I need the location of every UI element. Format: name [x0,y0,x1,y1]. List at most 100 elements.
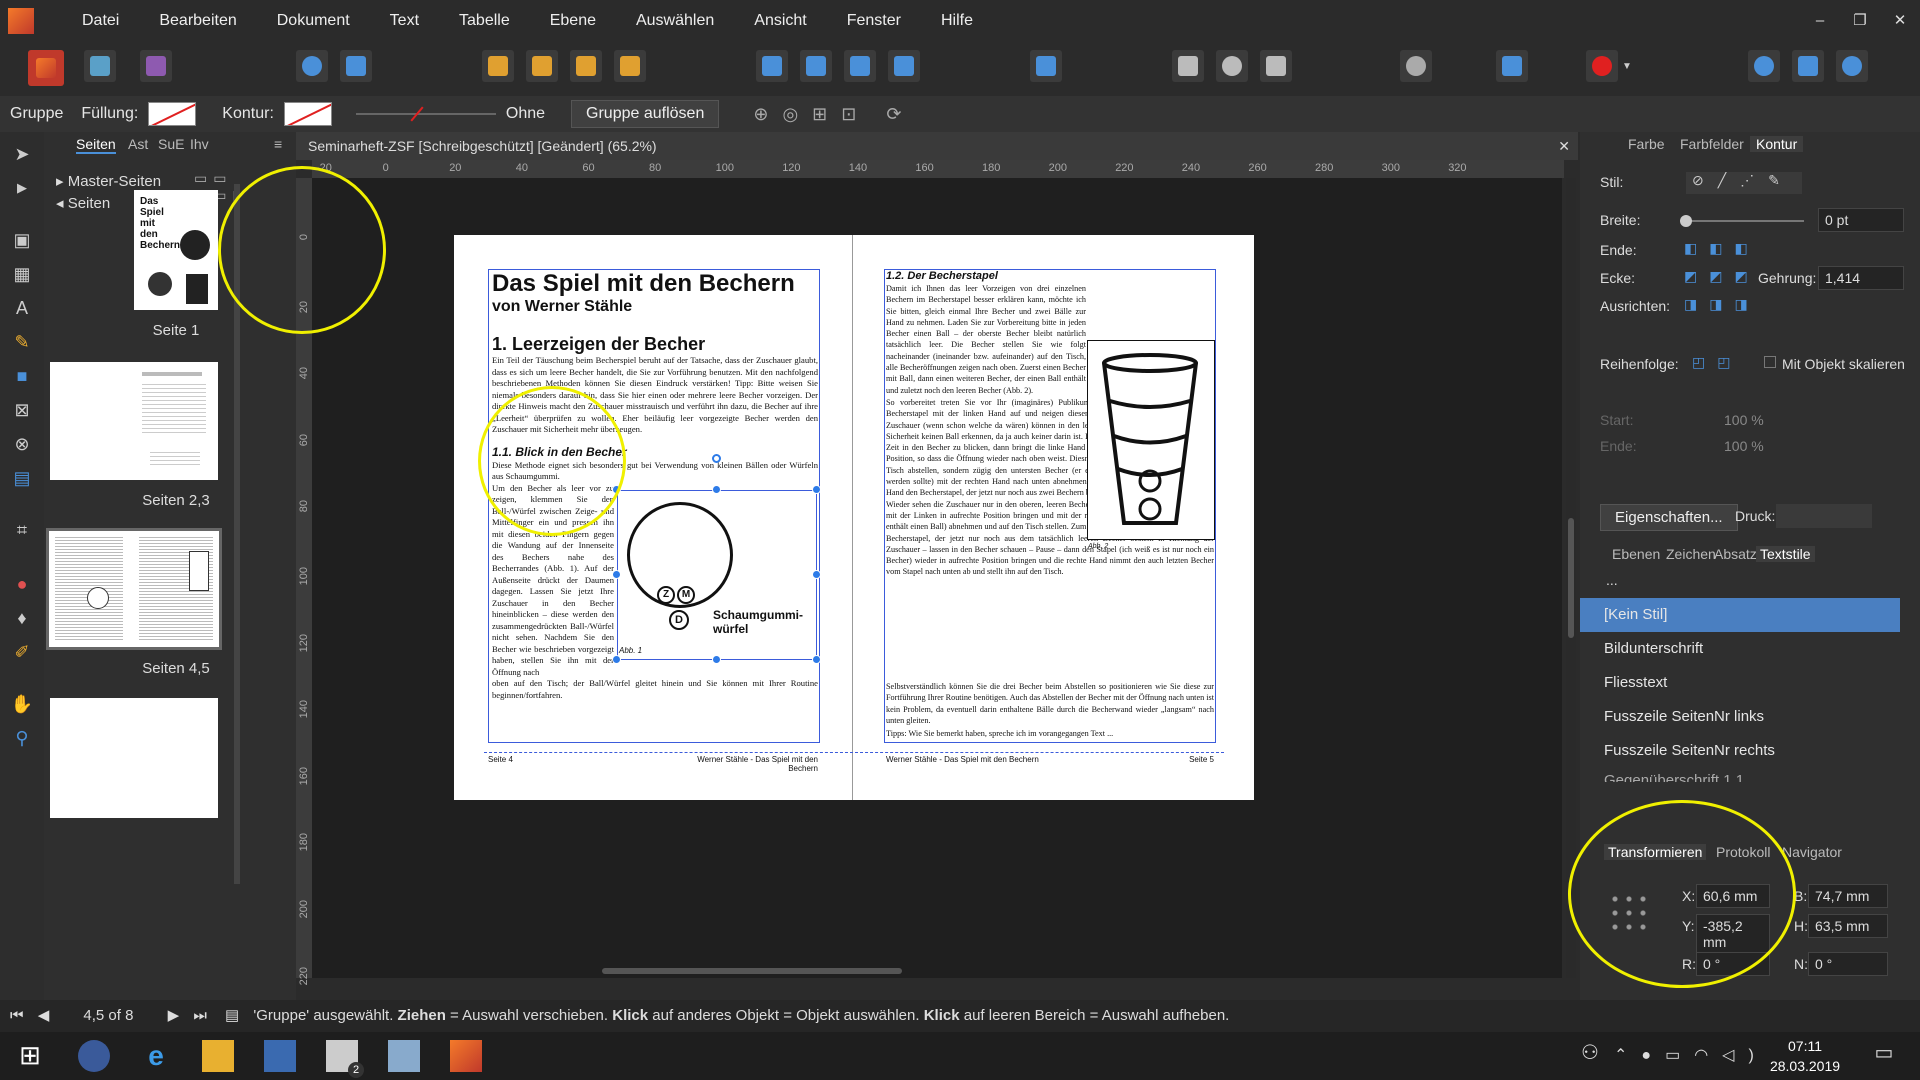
node-tool-icon[interactable]: ▶ [10,176,34,200]
pages-header[interactable]: ◂ Seiten [56,194,110,212]
selection-handle-bl[interactable] [612,655,621,664]
selection-handle-r[interactable] [812,570,821,579]
last-page-icon[interactable]: ⏭ [193,1007,207,1024]
color-picker-tool-icon[interactable]: ● [10,572,34,596]
text-frames-icon[interactable] [1496,50,1528,82]
horizontal-scrollbar[interactable] [602,968,902,974]
line-style-slider[interactable] [355,106,496,122]
menu-bearbeiten[interactable]: Bearbeiten [139,0,256,42]
tab-farbe[interactable]: Farbe [1628,136,1665,152]
rotation-handle[interactable] [712,454,721,463]
crop-tool-icon[interactable]: ⌗ [10,518,34,542]
close-button[interactable]: ✕ [1880,0,1920,42]
tab-ihv[interactable]: Ihv [190,136,209,152]
menu-dokument[interactable]: Dokument [257,0,370,42]
tab-navigator[interactable]: Navigator [1782,844,1842,860]
style-item-fliesstext[interactable]: Fliesstext [1580,666,1900,700]
store-icon[interactable] [264,1040,296,1072]
rotate-right-icon[interactable] [888,50,920,82]
style-item-fusszeile-links[interactable]: Fusszeile SeitenNr links [1580,700,1900,734]
tab-zeichen[interactable]: Zeichen [1666,546,1716,562]
start-pct[interactable]: 100 % [1724,412,1764,428]
tab-kontur[interactable]: Kontur [1750,136,1804,152]
designer-persona-icon[interactable] [84,50,116,82]
frame-text-tool-icon[interactable]: ▣ [10,228,34,252]
menu-ebene[interactable]: Ebene [530,0,616,42]
edge-browser-icon[interactable]: e [140,1040,172,1072]
insert-placeholder-icon[interactable] [1260,50,1292,82]
maximize-button[interactable]: ❐ [1840,0,1880,42]
shear-input[interactable]: 0 ° [1808,952,1888,976]
affinity-publisher-taskbar-icon[interactable] [450,1040,482,1072]
share-icon[interactable] [296,50,328,82]
menu-datei[interactable]: Datei [62,0,139,42]
h-input[interactable]: 63,5 mm [1808,914,1888,938]
minimize-button[interactable]: – [1800,0,1840,42]
menu-text[interactable]: Text [370,0,439,42]
arrange-backward-icon[interactable] [526,50,558,82]
arrange-forward-icon[interactable] [570,50,602,82]
notifications-icon[interactable]: ▭ [1868,1040,1900,1072]
chevron-down-icon[interactable]: ▼ [1620,50,1634,82]
artistic-text-tool-icon[interactable]: A [10,296,34,320]
selection-handle-t[interactable] [712,485,721,494]
selection-handle-b[interactable] [712,655,721,664]
breite-slider[interactable] [1680,215,1804,227]
snapping-icon[interactable] [1586,50,1618,82]
tab-ebenen[interactable]: Ebenen [1612,546,1660,562]
mail-icon[interactable]: 2 [326,1040,364,1078]
arrange-back-icon[interactable] [482,50,514,82]
tab-farbfelder[interactable]: Farbfelder [1680,136,1744,152]
menu-tabelle[interactable]: Tabelle [439,0,530,42]
hand-tool-icon[interactable]: ✋ [10,692,34,716]
resize-icon[interactable]: ⊞ [812,104,827,125]
file-explorer-icon[interactable] [202,1040,234,1072]
target-icon[interactable]: ⊕ [753,104,768,125]
boolean-intersect-icon[interactable] [1836,50,1868,82]
join-buttons[interactable]: ◩◩◩ [1684,268,1762,288]
pipette-tool-icon[interactable]: ✐ [10,640,34,664]
next-page-icon[interactable]: ▶ [168,1007,180,1024]
eye-icon[interactable]: ◎ [782,104,798,125]
boolean-subtract-icon[interactable] [1792,50,1824,82]
close-document-icon[interactable]: ✕ [1558,132,1570,160]
scale-with-object-checkbox[interactable] [1764,356,1776,368]
system-tray-icons[interactable]: ⌃●▭◠◁) [1614,1040,1754,1072]
menu-ansicht[interactable]: Ansicht [734,0,826,42]
document-tab[interactable]: Seminarheft-ZSF [Schreibgeschützt] [Geän… [296,132,1578,160]
style-item-gegenueberschrift[interactable]: Gegenüberschrift 1.1 [1580,768,1900,782]
rotate-left-icon[interactable] [844,50,876,82]
master-pages-header[interactable]: ▸ Master-Seiten [56,172,161,190]
stroke-swatch[interactable] [283,102,332,126]
insert-ellipse-icon[interactable] [1216,50,1248,82]
style-item-fusszeile-rechts[interactable]: Fusszeile SeitenNr rechts [1580,734,1900,768]
rectangle-tool-icon[interactable]: ■ [10,364,34,388]
menu-auswaehlen[interactable]: Auswählen [616,0,734,42]
menu-fenster[interactable]: Fenster [827,0,921,42]
selection-handle-tr[interactable] [812,485,821,494]
ellipse-frame-tool-icon[interactable]: ⊗ [10,432,34,456]
thumb-pages-2-3[interactable] [50,362,218,480]
thumb-page-1[interactable]: Das Spiel mit den Bechern [134,190,218,310]
notes-icon[interactable] [388,1040,420,1072]
settings-icon[interactable] [340,50,372,82]
tab-textstile[interactable]: Textstile [1756,546,1815,562]
security-lock-icon[interactable] [78,1040,110,1072]
figure-1-group[interactable]: Z M D Schaumgummi-würfel Abb. 1 [612,454,821,664]
properties-button[interactable]: Eigenschaften... [1600,504,1738,531]
cap-buttons[interactable]: ◧◧◧ [1684,240,1762,260]
canvas[interactable]: Das Spiel mit den Bechern von Werner Stä… [312,178,1562,978]
photo-persona-icon[interactable] [140,50,172,82]
selection-handle-l[interactable] [612,570,621,579]
tab-seiten[interactable]: Seiten [76,136,116,154]
flip-vertical-icon[interactable] [800,50,832,82]
pen-tool-icon[interactable]: ✎ [10,330,34,354]
move-tool-icon[interactable]: ➤ [10,142,34,166]
ungroup-button[interactable]: Gruppe auflösen [571,100,720,128]
first-page-icon[interactable]: ⏮ [10,1007,24,1024]
boolean-add-icon[interactable] [1748,50,1780,82]
gehrung-input[interactable]: 1,414 [1818,266,1904,290]
b-input[interactable]: 74,7 mm [1808,884,1888,908]
zoom-tool-icon[interactable]: ⚲ [10,726,34,750]
flip-horizontal-icon[interactable] [756,50,788,82]
